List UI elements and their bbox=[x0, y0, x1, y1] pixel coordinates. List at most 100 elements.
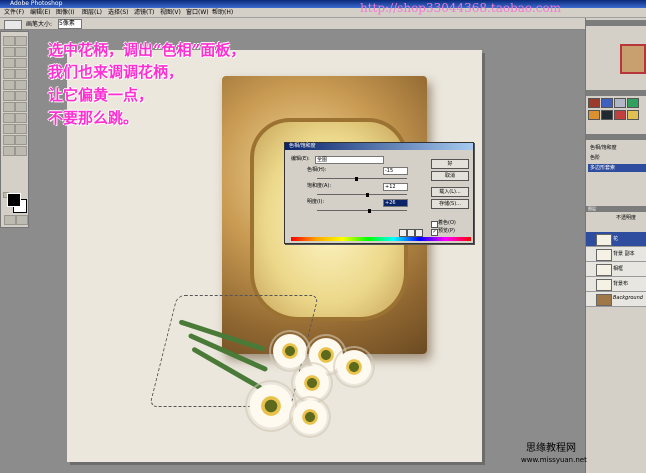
style-swatch[interactable] bbox=[601, 110, 613, 120]
zoom-tool-icon[interactable] bbox=[15, 146, 27, 156]
foreground-color-swatch[interactable] bbox=[7, 193, 21, 207]
gradient-tool-icon[interactable] bbox=[15, 91, 27, 101]
menu-file[interactable]: 文件(F) bbox=[4, 8, 24, 17]
clone-stamp-tool-icon[interactable] bbox=[3, 80, 15, 90]
screen-mode-icon[interactable] bbox=[16, 215, 28, 225]
save-button[interactable]: 存储(S)... bbox=[431, 199, 469, 209]
history-item[interactable]: 色阶 bbox=[590, 154, 600, 161]
tool-preset-picker[interactable] bbox=[4, 20, 22, 30]
hue-input[interactable]: -15 bbox=[383, 167, 408, 175]
colorize-checkbox[interactable] bbox=[431, 221, 438, 228]
caption-line: 我们也来调调花柄， bbox=[48, 63, 184, 81]
hue-spectrum-bar bbox=[291, 237, 471, 241]
path-selection-tool-icon[interactable] bbox=[3, 113, 15, 123]
daisy-flower bbox=[293, 364, 331, 402]
daisy-flower bbox=[335, 348, 373, 386]
layer-thumbnail bbox=[596, 249, 612, 261]
saturation-slider-track bbox=[317, 194, 407, 195]
menu-window[interactable]: 窗口(W) bbox=[186, 8, 209, 17]
style-swatch[interactable] bbox=[588, 98, 600, 108]
lightness-slider-track bbox=[317, 210, 407, 211]
daisy-flower bbox=[247, 382, 295, 430]
toolbox bbox=[0, 31, 29, 228]
caption-line: 选中花柄，调出“色相”面板， bbox=[48, 41, 246, 59]
menu-select[interactable]: 选择(S) bbox=[108, 8, 129, 17]
notes-tool-icon[interactable] bbox=[3, 135, 15, 145]
app-title: Adobe Photoshop bbox=[10, 0, 63, 7]
menu-image[interactable]: 图像(I) bbox=[56, 8, 74, 17]
lightness-slider-thumb[interactable] bbox=[368, 209, 371, 213]
menu-help[interactable]: 帮助(H) bbox=[212, 8, 233, 17]
move-tool-icon[interactable] bbox=[15, 36, 27, 46]
brush-tool-icon[interactable] bbox=[15, 69, 27, 79]
styles-palette-title[interactable] bbox=[586, 90, 646, 96]
layer-name: 背景布 bbox=[613, 281, 629, 287]
navigator-palette-title[interactable] bbox=[586, 20, 646, 26]
shop-url-watermark: http://shop33044368.taobao.com bbox=[360, 1, 562, 15]
history-brush-tool-icon[interactable] bbox=[15, 80, 27, 90]
pen-tool-icon[interactable] bbox=[3, 124, 15, 134]
options-bar: 画笔大小: 5像素 bbox=[0, 18, 646, 30]
edit-label: 编辑(E): bbox=[291, 156, 310, 162]
magic-wand-tool-icon[interactable] bbox=[15, 47, 27, 57]
style-swatch[interactable] bbox=[614, 110, 626, 120]
saturation-label: 饱和度(A): bbox=[307, 183, 332, 189]
menu-view[interactable]: 视图(V) bbox=[160, 8, 181, 17]
layer-row[interactable]: 背景 副本 bbox=[586, 247, 646, 262]
style-swatch[interactable] bbox=[627, 98, 639, 108]
layers-palette-title[interactable]: 图层 bbox=[586, 206, 646, 212]
layer-name: Background bbox=[613, 295, 643, 301]
preview-checkbox[interactable]: ✓ bbox=[431, 229, 438, 236]
shape-tool-icon[interactable] bbox=[15, 124, 27, 134]
layer-row[interactable]: 背景布 bbox=[586, 277, 646, 292]
load-button[interactable]: 载入(L)... bbox=[431, 187, 469, 197]
saturation-slider-thumb[interactable] bbox=[366, 193, 369, 197]
caption-line: 让它偏黄一点， bbox=[48, 86, 154, 104]
dialog-title-bar[interactable]: 色相/饱和度 bbox=[285, 143, 473, 150]
menu-filter[interactable]: 滤镜(T) bbox=[134, 8, 154, 17]
layer-row[interactable]: 相框 bbox=[586, 262, 646, 277]
history-item[interactable]: 色相/饱和度 bbox=[590, 144, 617, 151]
type-tool-icon[interactable] bbox=[15, 113, 27, 123]
lightness-input[interactable]: +26 bbox=[383, 199, 408, 207]
navigator-thumbnail[interactable] bbox=[620, 44, 646, 74]
quick-mask-icon[interactable] bbox=[4, 215, 16, 225]
eyedropper-minus-icon[interactable] bbox=[415, 229, 423, 237]
marquee-tool-icon[interactable] bbox=[3, 36, 15, 46]
ok-button[interactable]: 好 bbox=[431, 159, 469, 169]
hue-slider-thumb[interactable] bbox=[355, 177, 358, 181]
eyedropper-tool-icon[interactable] bbox=[15, 135, 27, 145]
opacity-label: 不透明度 bbox=[616, 215, 637, 221]
style-swatch[interactable] bbox=[627, 110, 639, 120]
caption-line: 不要那么跳。 bbox=[48, 109, 139, 127]
daisy-flower bbox=[271, 332, 309, 370]
cancel-button[interactable]: 取消 bbox=[431, 171, 469, 181]
history-item-selected[interactable]: 多边形套索 bbox=[588, 164, 646, 172]
blur-tool-icon[interactable] bbox=[3, 102, 15, 112]
brush-size-input[interactable]: 5像素 bbox=[58, 19, 82, 29]
style-swatch[interactable] bbox=[601, 98, 613, 108]
eyedropper-plus-icon[interactable] bbox=[407, 229, 415, 237]
site-logo-text: 思缘教程网 bbox=[526, 443, 576, 454]
hand-tool-icon[interactable] bbox=[3, 146, 15, 156]
dodge-tool-icon[interactable] bbox=[15, 102, 27, 112]
edit-select[interactable]: 全图 bbox=[315, 156, 384, 164]
eyedropper-icon[interactable] bbox=[399, 229, 407, 237]
healing-brush-tool-icon[interactable] bbox=[3, 69, 15, 79]
layer-thumbnail bbox=[596, 234, 612, 246]
saturation-input[interactable]: +12 bbox=[383, 183, 408, 191]
crop-tool-icon[interactable] bbox=[3, 58, 15, 68]
lasso-tool-icon[interactable] bbox=[3, 47, 15, 57]
menu-layer[interactable]: 图层(L) bbox=[82, 8, 102, 17]
layers-title: 图层 bbox=[588, 206, 596, 211]
style-swatch[interactable] bbox=[614, 98, 626, 108]
history-palette-title[interactable] bbox=[586, 134, 646, 140]
slice-tool-icon[interactable] bbox=[15, 58, 27, 68]
layer-thumbnail bbox=[596, 279, 612, 291]
hue-slider-track bbox=[317, 178, 407, 179]
eraser-tool-icon[interactable] bbox=[3, 91, 15, 101]
style-swatch[interactable] bbox=[588, 110, 600, 120]
menu-edit[interactable]: 编辑(E) bbox=[30, 8, 50, 17]
layer-row[interactable]: 花 bbox=[586, 232, 646, 247]
layer-row[interactable]: Background bbox=[586, 292, 646, 307]
